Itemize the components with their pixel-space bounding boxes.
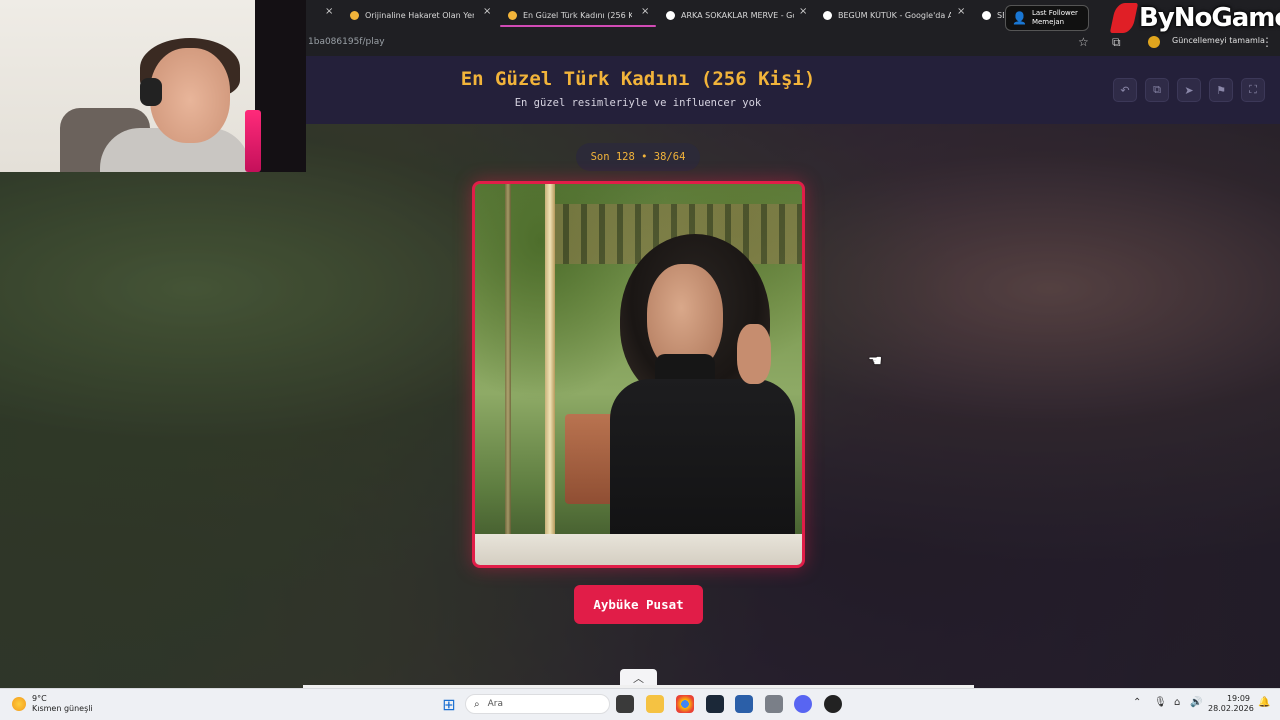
tab-close-icon[interactable]: × [799,6,807,17]
tab-label: ARKA SOKAKLAR MERVE - Goo [681,10,794,20]
logo-text: ByNoGame [1139,3,1280,33]
browser-tab-active[interactable]: En Güzel Türk Kadını (256 Kişi) [508,4,632,26]
google-favicon-icon [823,10,832,20]
chrome-icon[interactable] [676,695,694,713]
webcam-face [150,48,230,143]
flag-icon: ⚑ [1216,83,1226,97]
browser-menu-icon[interactable]: ⋮ [1261,35,1273,49]
report-button[interactable]: ⚑ [1209,78,1233,102]
undo-button[interactable]: ↶ [1113,78,1137,102]
tab-favicon-icon [350,10,359,20]
update-button[interactable]: Güncellemeyi tamamla [1172,36,1265,45]
tab-close-icon[interactable]: × [483,6,491,17]
browser-tab[interactable]: SE [982,4,1004,26]
fullscreen-icon: ⛶ [1249,83,1257,96]
profile-avatar[interactable] [1148,36,1160,48]
webcam-overlay [0,0,306,172]
weather-temp: 9°C [32,694,47,703]
volume-icon[interactable]: 🔊 [1190,697,1202,708]
microphone-icon [245,110,261,172]
taskbar-clock[interactable]: 19:09 28.02.2026 [1208,694,1254,714]
last-follower-widget: 👤 Last Follower Memejan [1005,5,1089,31]
browser-tab[interactable]: Orijinaline Hakaret Olan Yemek [350,4,474,26]
tab-close-icon[interactable]: × [325,6,333,17]
tab-close-icon[interactable]: × [641,6,649,17]
chevron-up-icon: ︿ [633,672,644,685]
sun-icon [12,697,26,711]
clock-date: 28.02.2026 [1208,704,1254,713]
link-icon: ⧉ [1153,83,1161,96]
candidate-name-button[interactable]: Aybüke Pusat [574,585,703,624]
google-favicon-icon [982,10,991,20]
follower-title: Last Follower [1031,9,1078,17]
share-link-button[interactable]: ⧉ [1145,78,1169,102]
headset-icon [140,78,162,106]
url-field[interactable]: 1ba086195f/play [308,37,385,47]
tab-close-icon[interactable]: × [957,6,965,17]
extensions-icon[interactable]: ⧉ [1112,35,1121,50]
photo-table [475,534,802,565]
store-icon[interactable] [735,695,753,713]
undo-icon: ↶ [1120,83,1130,97]
page-title: En Güzel Türk Kadını (256 Kişi) [460,68,816,90]
hand-cursor-icon: ☚ [868,351,883,370]
follower-name: Memejan [1031,18,1065,26]
photo-pole [545,184,555,565]
steam-icon[interactable] [706,695,724,713]
user-icon: 👤 [1012,11,1027,25]
channel-logo: ByNoGame [1109,0,1280,36]
fullscreen-button[interactable]: ⛶ [1241,78,1265,102]
taskbar-search[interactable]: ⌕ Ara [465,694,610,714]
active-tab-indicator [500,25,656,27]
settings-gear-icon[interactable] [765,695,783,713]
search-placeholder: Ara [487,699,503,709]
weather-desc: Kısmen güneşli [32,704,93,713]
photo-pole [505,184,511,565]
round-progress-badge: Son 128 • 38/64 [576,143,700,171]
webcam-dark-wall [255,0,306,172]
tab-label: En Güzel Türk Kadını (256 Kişi) [523,10,632,20]
candidate-photo[interactable] [472,181,805,568]
photo-sweater [610,379,795,549]
browser-tab[interactable]: ARKA SOKAKLAR MERVE - Goo [666,4,794,26]
tray-chevron-up-icon[interactable]: ⌃ [1133,697,1141,708]
photo-hand [737,324,771,384]
network-icon[interactable]: ⌂ [1174,697,1180,708]
page-subtitle: En güzel resimleriyle ve influencer yok [514,97,762,109]
obs-icon[interactable] [824,695,842,713]
notification-bell-icon[interactable]: 🔔 [1258,697,1270,708]
bookmark-star-icon[interactable]: ☆ [1078,35,1089,49]
tab-label: SE [997,10,1004,20]
microphone-tray-icon[interactable]: 🎙 [1154,697,1167,708]
logo-mark-icon [1109,3,1139,33]
windows-start-icon[interactable]: ⊞ [440,695,458,714]
google-favicon-icon [666,10,675,20]
browser-tab[interactable]: BEGÜM KÜTÜK - Google'da Ar [823,4,951,26]
task-view-icon[interactable] [616,695,634,713]
tab-favicon-icon [508,10,517,20]
send-icon: ➤ [1184,83,1194,97]
file-explorer-icon[interactable] [646,695,664,713]
tab-label: BEGÜM KÜTÜK - Google'da Ar [838,10,951,20]
tab-label: Orijinaline Hakaret Olan Yemek [365,10,474,20]
discord-icon[interactable] [794,695,812,713]
weather-widget[interactable]: 9°C Kısmen güneşli [12,694,93,714]
windows-taskbar [0,688,1280,720]
send-button[interactable]: ➤ [1177,78,1201,102]
clock-time: 19:09 [1226,694,1250,703]
search-icon: ⌕ [474,698,480,710]
